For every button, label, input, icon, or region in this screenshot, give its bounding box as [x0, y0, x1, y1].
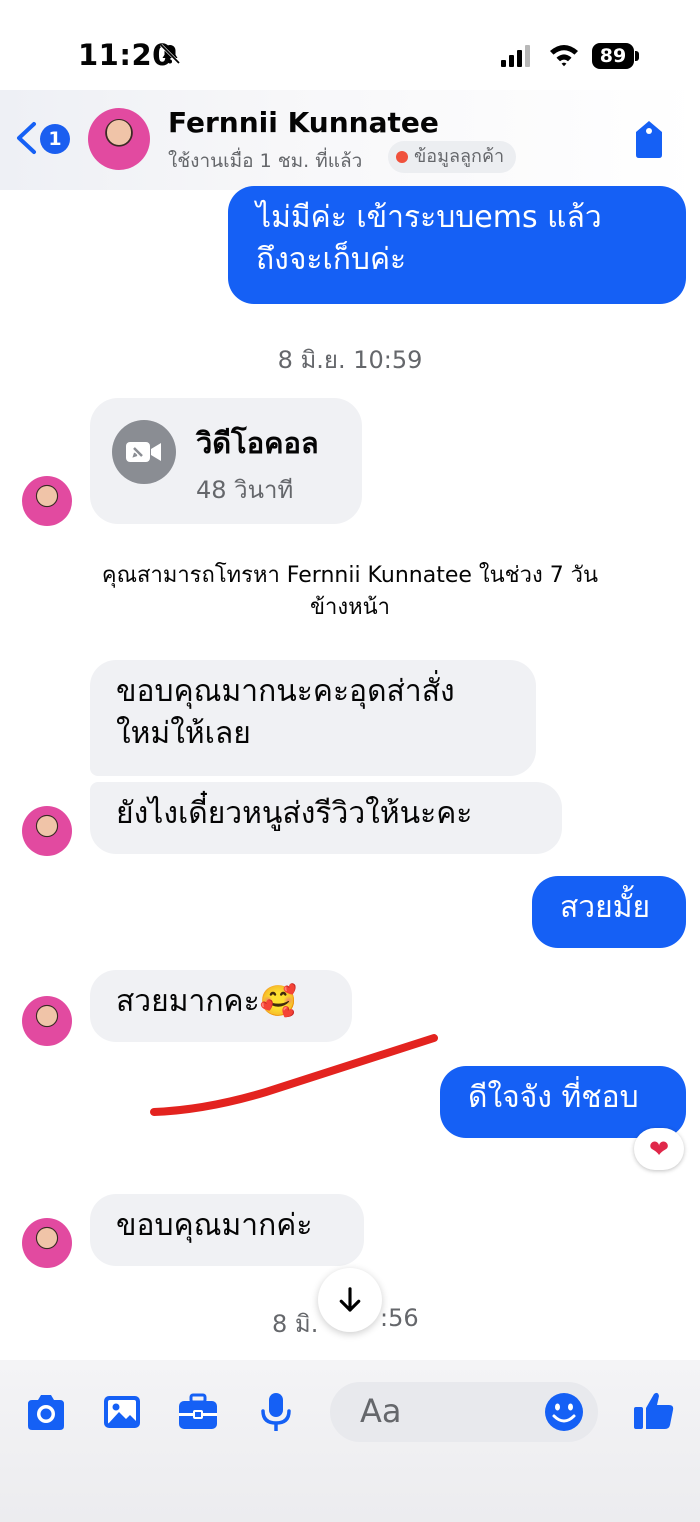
message-timestamp: 8 มิ.ย. 10:59	[277, 346, 423, 374]
message-text-line: ถึงจะเก็บค่ะ	[256, 242, 407, 277]
message-text-line: ขอบคุณมากนะคะอุดส่าสั่ง	[116, 674, 455, 709]
message-timestamp-right: :56	[380, 1304, 419, 1332]
back-chevron-icon[interactable]	[14, 120, 38, 156]
scroll-to-bottom-button[interactable]	[318, 1268, 382, 1332]
active-status: ใช้งานเมื่อ 1 ชม. ที่แล้ว	[168, 150, 363, 172]
camera-icon[interactable]	[24, 1390, 68, 1434]
message-text: สวยมั้ย	[560, 890, 651, 925]
message-text-line: ไม่มีค่ะ เข้าระบบems แล้ว	[256, 200, 602, 235]
incoming-message[interactable]: ขอบคุณมากนะคะอุดส่าสั่ง ใหม่ให้เลย	[90, 660, 536, 776]
system-note-line: ข้างหน้า	[309, 595, 391, 620]
tag-icon[interactable]	[632, 118, 666, 160]
incoming-message[interactable]: ขอบคุณมากค่ะ	[90, 1194, 364, 1266]
thumbs-up-icon[interactable]	[632, 1386, 676, 1434]
video-call-icon	[126, 442, 161, 462]
system-note: คุณสามารถโทรหา Fernnii Kunnatee ในช่วง 7…	[30, 560, 670, 624]
outgoing-message[interactable]: ไม่มีค่ะ เข้าระบบems แล้ว ถึงจะเก็บค่ะ	[228, 186, 686, 304]
message-text: ดีใจจัง ที่ชอบ	[468, 1080, 639, 1115]
microphone-icon[interactable]	[254, 1390, 298, 1434]
message-input-placeholder: Aa	[360, 1392, 402, 1430]
image-icon[interactable]	[100, 1390, 144, 1434]
message-timestamp-left: 8 มิ.	[272, 1310, 319, 1338]
arrow-down-icon	[339, 1287, 361, 1312]
contact-avatar[interactable]	[88, 108, 150, 170]
system-note-line: คุณสามารถโทรหา Fernnii Kunnatee ในช่วง 7…	[101, 563, 599, 588]
sender-avatar[interactable]	[22, 996, 72, 1046]
heart-icon[interactable]: ❤	[634, 1128, 684, 1170]
wifi-icon	[550, 45, 578, 67]
sender-avatar[interactable]	[22, 1218, 72, 1268]
call-title: วิดีโอคอล	[196, 426, 319, 460]
incoming-message[interactable]: ยังไงเดี๋ยวหนูส่งรีวิวให้นะคะ	[90, 782, 562, 854]
signal-icon	[501, 45, 530, 67]
outgoing-message[interactable]: สวยมั้ย	[532, 876, 686, 948]
status-dot	[396, 151, 408, 163]
customer-info-chip[interactable]: ข้อมูลลูกค้า	[388, 141, 517, 173]
bell-slash-icon	[159, 43, 181, 65]
customer-info-label: ข้อมูลลูกค้า	[414, 146, 505, 167]
message-text: สวยมากคะ🥰	[116, 984, 298, 1019]
sender-avatar[interactable]	[22, 806, 72, 856]
outgoing-message[interactable]: ดีใจจัง ที่ชอบ	[440, 1066, 686, 1138]
emoji-icon[interactable]	[542, 1390, 586, 1434]
message-text-line: ใหม่ให้เลย	[116, 716, 251, 751]
contact-name[interactable]: Fernnii Kunnatee	[168, 106, 439, 139]
battery-icon: 89	[592, 43, 634, 69]
briefcase-icon[interactable]	[176, 1390, 220, 1434]
battery-tip	[635, 51, 639, 61]
message-text: ขอบคุณมากค่ะ	[116, 1208, 313, 1243]
unread-badge[interactable]: 1	[40, 124, 70, 154]
sender-avatar[interactable]	[22, 476, 72, 526]
red-annotation-stroke	[150, 1034, 438, 1116]
message-text: ยังไงเดี๋ยวหนูส่งรีวิวให้นะคะ	[116, 796, 473, 831]
call-duration: 48 วินาที	[196, 476, 294, 504]
